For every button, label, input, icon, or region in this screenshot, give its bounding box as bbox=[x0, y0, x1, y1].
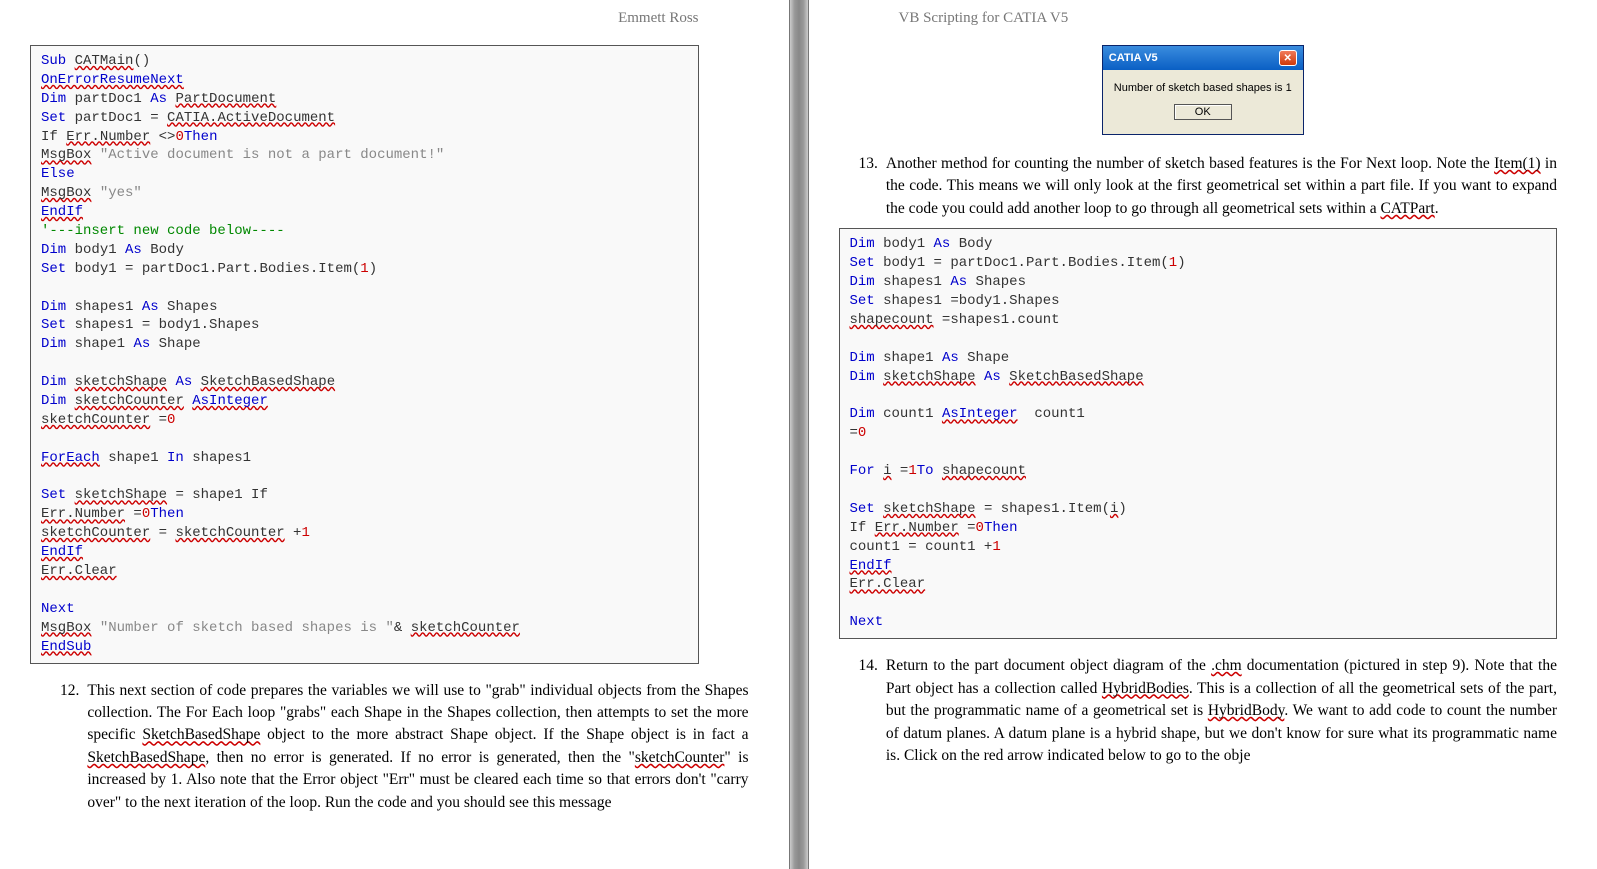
list-item-13: 13. Another method for counting the numb… bbox=[839, 153, 1568, 220]
ok-button[interactable]: OK bbox=[1174, 104, 1232, 120]
list-item-14: 14. Return to the part document object d… bbox=[839, 655, 1568, 767]
code-block-left: Sub CATMain() OnErrorResumeNext Dim part… bbox=[30, 45, 699, 664]
list-item-12: 12. This next section of code prepares t… bbox=[30, 680, 759, 815]
page-right: VB Scripting for CATIA V5 CATIA V5 ✕ Num… bbox=[809, 0, 1597, 869]
dialog-title-text: CATIA V5 bbox=[1109, 52, 1158, 64]
dialog-titlebar: CATIA V5 ✕ bbox=[1103, 46, 1303, 70]
dialog-body: Number of sketch based shapes is 1 OK bbox=[1103, 70, 1303, 134]
dialog-catia: CATIA V5 ✕ Number of sketch based shapes… bbox=[1102, 45, 1304, 135]
list-text-14: Return to the part document object diagr… bbox=[886, 655, 1557, 767]
code-block-right: Dim body1 As Body Set body1 = partDoc1.P… bbox=[839, 228, 1558, 639]
dialog-wrap: CATIA V5 ✕ Number of sketch based shapes… bbox=[839, 45, 1568, 135]
list-text-12: This next section of code prepares the v… bbox=[87, 680, 748, 815]
page-left: Emmett Ross Sub CATMain() OnErrorResumeN… bbox=[0, 0, 789, 869]
list-num-12: 12. bbox=[60, 680, 79, 815]
list-text-13: Another method for counting the number o… bbox=[886, 153, 1557, 220]
dialog-message: Number of sketch based shapes is 1 bbox=[1111, 82, 1295, 94]
list-num-14: 14. bbox=[859, 655, 878, 767]
close-icon[interactable]: ✕ bbox=[1279, 50, 1297, 66]
page-divider bbox=[789, 0, 809, 869]
header-author: Emmett Ross bbox=[30, 10, 759, 27]
header-title: VB Scripting for CATIA V5 bbox=[839, 10, 1568, 27]
list-num-13: 13. bbox=[859, 153, 878, 220]
